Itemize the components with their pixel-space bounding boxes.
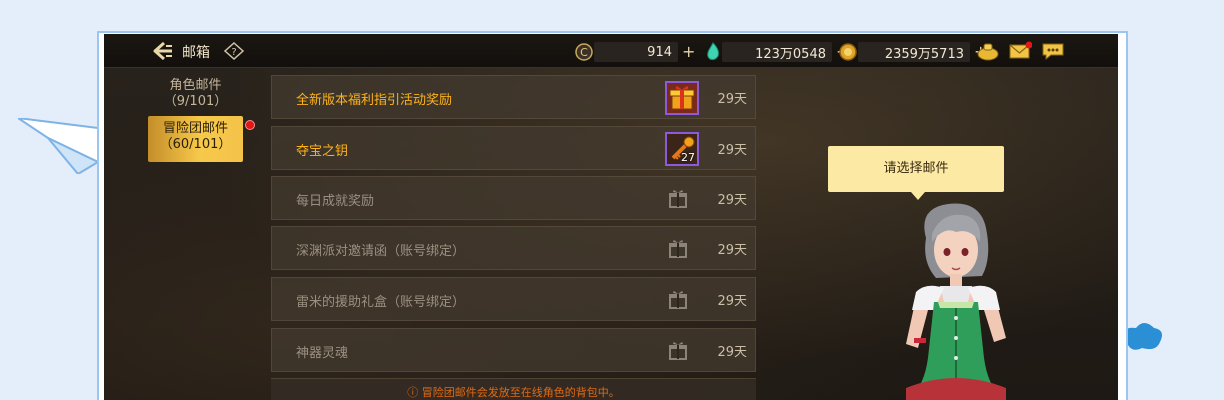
add-coin-button[interactable]: + <box>682 44 695 60</box>
gift-icon <box>669 190 687 208</box>
key-item-icon: 27 <box>665 132 699 166</box>
chat-bubble-icon[interactable] <box>1041 41 1065 61</box>
coin-value-box: 914 <box>594 42 678 62</box>
gold-value: 2359万5713 <box>884 46 964 62</box>
svg-text:?: ? <box>231 47 236 58</box>
mail-row[interactable]: 雷米的援助礼盒（账号绑定） 29天 <box>271 277 756 321</box>
mail-title: 夺宝之钥 <box>296 144 349 159</box>
mail-days: 29天 <box>717 345 747 360</box>
gem-resource: 123万0548 + <box>704 41 849 63</box>
back-arrow-icon[interactable] <box>152 40 174 62</box>
mail-title: 深渊派对邀请函（账号绑定） <box>296 244 466 259</box>
mail-title: 雷米的援助礼盒（账号绑定） <box>296 295 466 310</box>
coin-value: 914 <box>647 44 672 60</box>
mail-title: 全新版本福利指引活动奖励 <box>296 93 453 108</box>
gold-resource: 2359万5713 + <box>838 41 987 63</box>
gift-icon <box>669 240 687 258</box>
gem-value-box: 123万0548 <box>722 42 832 62</box>
gift-box-item-icon <box>665 81 699 115</box>
notice-text: ⓘ 冒险团邮件会发放至在线角色的背包中。 <box>271 384 756 400</box>
gold-coin-icon <box>839 43 857 61</box>
notice-bar: ⓘ 冒险团邮件会发放至在线角色的背包中。 <box>271 378 756 400</box>
c-coin-icon: C <box>575 43 593 61</box>
mail-days: 29天 <box>717 243 747 258</box>
new-mail-badge <box>245 120 255 130</box>
gift-icon <box>669 291 687 309</box>
mail-title: 每日成就奖励 <box>296 194 375 209</box>
gift-icon <box>669 342 687 360</box>
info-icon: ⓘ <box>407 386 419 399</box>
mail-row[interactable]: 神器灵魂 29天 <box>271 328 756 372</box>
tab-character-mail-label: 角色邮件 <box>169 78 222 93</box>
coin-resource: C 914 + <box>574 41 695 63</box>
top-bar: 邮箱 ? C 914 + 123万0548 + <box>104 34 1118 68</box>
item-count: 27 <box>681 151 695 164</box>
mail-days: 29天 <box>717 92 747 107</box>
tab-adventure-team-mail-label: 冒险团邮件 <box>162 121 228 136</box>
select-mail-bubble: 请选择邮件 <box>828 146 1004 192</box>
tab-adventure-team-mail-count: （60/101） <box>159 137 232 152</box>
tab-character-mail-count: （9/101） <box>163 94 228 109</box>
tab-adventure-team-mail[interactable]: 冒险团邮件 （60/101） <box>148 116 243 162</box>
treasure-bag-icon[interactable] <box>976 41 1000 61</box>
question-mark-diamond-icon[interactable]: ? <box>224 42 244 60</box>
notice-label: 冒险团邮件会发放至在线角色的背包中。 <box>421 386 620 399</box>
mail-days: 29天 <box>717 193 747 208</box>
mail-days: 29天 <box>717 143 747 158</box>
svg-text:C: C <box>580 46 588 59</box>
gem-value: 123万0548 <box>755 46 826 62</box>
mail-envelope-icon[interactable] <box>1008 41 1032 61</box>
mail-days: 29天 <box>717 294 747 309</box>
mail-row[interactable]: 深渊派对邀请函（账号绑定） 29天 <box>271 226 756 270</box>
page-title: 邮箱 <box>182 45 210 61</box>
mail-title: 神器灵魂 <box>296 346 349 361</box>
mail-row[interactable]: 夺宝之钥 27 29天 <box>271 126 756 170</box>
mail-row[interactable]: 全新版本福利指引活动奖励 29天 <box>271 75 756 119</box>
npc-character-illustration <box>906 203 1006 400</box>
green-gem-icon <box>707 42 719 61</box>
mail-row[interactable]: 每日成就奖励 29天 <box>271 176 756 220</box>
gold-value-box: 2359万5713 <box>858 42 970 62</box>
mailbox-screen: 邮箱 ? C 914 + 123万0548 + <box>104 34 1118 400</box>
